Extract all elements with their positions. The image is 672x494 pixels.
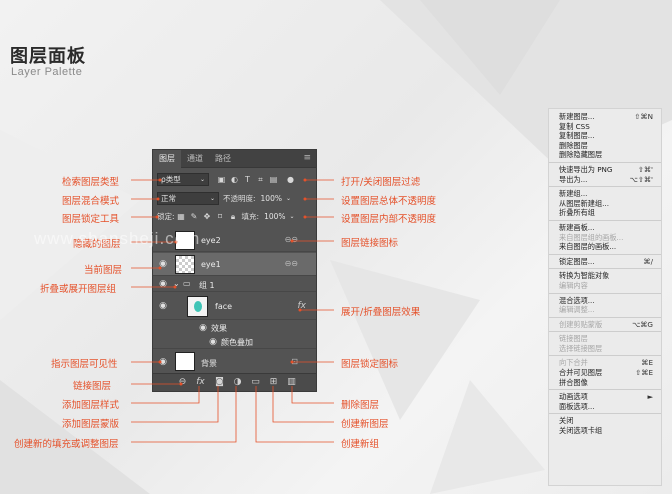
label-fx-toggle: 展开/折叠图层效果 xyxy=(341,307,421,318)
menu-item-label: 锁定图层... xyxy=(559,256,595,266)
menu-separator xyxy=(549,331,661,333)
menu-item: 链接图层 xyxy=(549,334,661,344)
menu-item-label: 链接图层 xyxy=(559,334,588,344)
menu-item[interactable]: 混合选项... xyxy=(549,296,661,306)
label-delete: 删除图层 xyxy=(341,400,380,411)
menu-item[interactable]: 新建组... xyxy=(549,189,661,199)
menu-item-shortcut: ⇧⌘' xyxy=(637,164,653,174)
menu-item-label: 创建剪贴蒙版 xyxy=(559,319,603,329)
menu-item-label: 选择链接图层 xyxy=(559,343,603,353)
label-blend: 图层混合模式 xyxy=(62,196,120,207)
menu-item[interactable]: 拼合图像 xyxy=(549,378,661,388)
menu-item[interactable]: 快速导出为 PNG ⇧⌘' xyxy=(549,165,661,175)
menu-item-label: 新建画板... xyxy=(559,222,595,232)
menu-item: 编辑调整... xyxy=(549,305,661,315)
menu-item-shortcut: ⌘E xyxy=(641,358,653,368)
menu-item-shortcut: ⇧⌘N xyxy=(634,112,653,121)
menu-item[interactable]: 复制 CSS xyxy=(549,122,661,132)
menu-separator xyxy=(549,161,661,163)
label-kind: 检索图层类型 xyxy=(62,177,120,188)
menu-item-shortcut: ⌘/ xyxy=(643,256,653,266)
label-lock-icon: 图层锁定图标 xyxy=(341,359,399,370)
menu-item-label: 新建图层... xyxy=(559,112,595,121)
menu-item: 来自图层组的画板... xyxy=(549,233,661,243)
menu-item-shortcut: ⌥⌘G xyxy=(631,319,653,329)
menu-item-label: 折叠所有组 xyxy=(559,208,595,218)
menu-separator xyxy=(549,355,661,357)
label-link: 链接图层 xyxy=(73,381,112,392)
menu-item-label: 复制图层... xyxy=(559,131,595,141)
menu-item[interactable]: 转换为智能对象 xyxy=(549,271,661,281)
menu-item[interactable]: 新建画板... xyxy=(549,223,661,233)
watermark-text: www.shansheji.com xyxy=(34,229,201,248)
menu-item[interactable]: 动画选项 ► xyxy=(549,392,661,402)
menu-item[interactable]: 关闭 xyxy=(549,416,661,426)
menu-separator xyxy=(549,292,661,294)
menu-item[interactable]: 从图层新建组... xyxy=(549,199,661,209)
menu-item-label: 删除隐藏图层 xyxy=(559,150,603,160)
menu-item-label: 快速导出为 PNG xyxy=(559,164,613,174)
menu-separator xyxy=(549,413,661,415)
menu-item-label: 删除图层 xyxy=(559,140,588,150)
menu-separator xyxy=(549,186,661,188)
menu-item: 创建剪贴蒙版 ⌥⌘G xyxy=(549,320,661,330)
menu-item-label: 合并可见图层 xyxy=(559,368,603,378)
menu-item[interactable]: 导出为... ⌥⇧⌘' xyxy=(549,175,661,185)
label-new-layer: 创建新图层 xyxy=(341,419,389,430)
menu-item[interactable]: 来自图层的画板... xyxy=(549,242,661,252)
menu-item[interactable]: 删除图层 xyxy=(549,141,661,151)
menu-item-label: 关闭选项卡组 xyxy=(559,426,603,436)
menu-item[interactable]: 关闭选项卡组 xyxy=(549,426,661,436)
menu-item[interactable]: 新建图层... ⇧⌘N xyxy=(549,112,661,122)
menu-item-shortcut: ⌥⇧⌘' xyxy=(629,174,653,184)
menu-item-label: 面板选项... xyxy=(559,401,595,411)
menu-item-label: 动画选项 xyxy=(559,392,588,402)
label-opacity: 设置图层总体不透明度 xyxy=(341,196,437,207)
menu-separator xyxy=(549,389,661,391)
label-new-group: 创建新组 xyxy=(341,439,380,450)
menu-item-label: 新建组... xyxy=(559,189,588,199)
menu-item-label: 来自图层组的画板... xyxy=(559,232,624,242)
label-mask: 添加图层蒙版 xyxy=(62,419,120,430)
menu-item-label: 导出为... xyxy=(559,174,588,184)
menu-separator xyxy=(549,316,661,318)
label-lock: 图层锁定工具 xyxy=(62,214,120,225)
menu-item-label: 编辑内容 xyxy=(559,280,588,290)
menu-item-label: 混合选项... xyxy=(559,295,595,305)
label-visibility: 指示图层可见性 xyxy=(51,359,118,370)
label-adjust: 创建新的填充或调整图层 xyxy=(14,439,119,450)
menu-item-label: 向下合并 xyxy=(559,358,588,368)
menu-item-shortcut: ► xyxy=(647,392,653,402)
label-fill: 设置图层内部不透明度 xyxy=(341,214,437,225)
menu-item-label: 转换为智能对象 xyxy=(559,271,610,281)
menu-item-label: 编辑调整... xyxy=(559,305,595,315)
label-current: 当前图层 xyxy=(84,265,123,276)
menu-item-label: 从图层新建组... xyxy=(559,198,609,208)
label-filter-toggle: 打开/关闭图层过滤 xyxy=(341,177,421,188)
menu-separator xyxy=(549,253,661,255)
menu-item[interactable]: 删除隐藏图层 xyxy=(549,150,661,160)
menu-item[interactable]: 复制图层... xyxy=(549,131,661,141)
menu-item-label: 复制 CSS xyxy=(559,121,590,131)
label-style: 添加图层样式 xyxy=(62,400,120,411)
menu-separator xyxy=(549,268,661,270)
menu-separator xyxy=(549,219,661,221)
menu-item-shortcut: ⇧⌘E xyxy=(635,368,653,378)
menu-item[interactable]: 合并可见图层 ⇧⌘E xyxy=(549,368,661,378)
menu-item[interactable]: 面板选项... xyxy=(549,402,661,412)
menu-item: 选择链接图层 xyxy=(549,344,661,354)
menu-item: 编辑内容 xyxy=(549,281,661,291)
menu-item-label: 关闭 xyxy=(559,416,574,426)
menu-item[interactable]: 锁定图层... ⌘/ xyxy=(549,257,661,267)
menu-item-label: 来自图层的画板... xyxy=(559,242,617,252)
label-fold: 折叠或展开图层组 xyxy=(40,284,117,295)
layers-panel-flyout-menu: 新建图层... ⇧⌘N 复制 CSS 复制图层... 删除图层 删除隐藏图层 快速导出为 P… xyxy=(548,108,662,486)
label-link-icon: 图层链接图标 xyxy=(341,238,399,249)
menu-item-label: 拼合图像 xyxy=(559,377,588,387)
menu-item[interactable]: 折叠所有组 xyxy=(549,208,661,218)
menu-item: 向下合并 ⌘E xyxy=(549,358,661,368)
